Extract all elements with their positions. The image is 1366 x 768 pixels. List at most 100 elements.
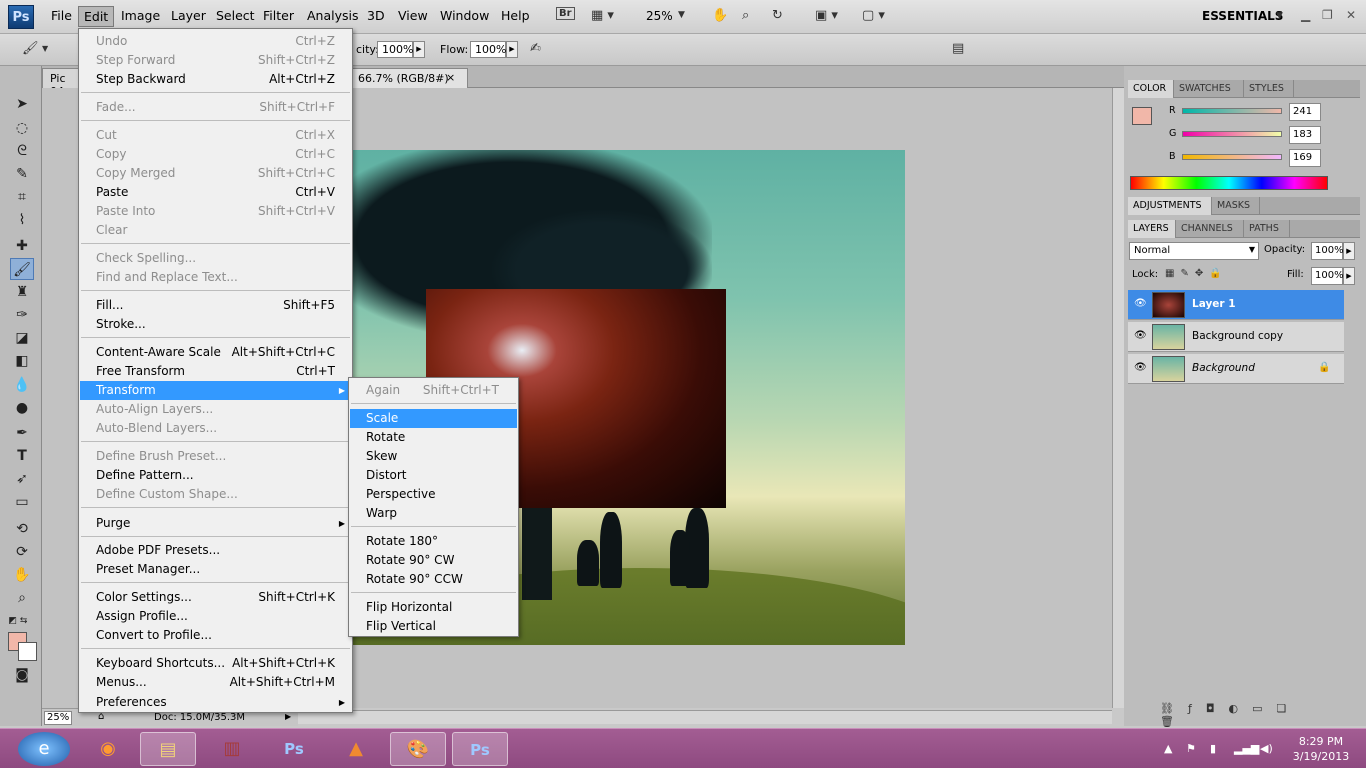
close-icon[interactable]: ✕: [1346, 8, 1356, 22]
layer-row[interactable]: 👁 Background copy: [1128, 322, 1344, 352]
menu-item-rotate[interactable]: Rotate: [350, 428, 517, 447]
zoom-tool-icon[interactable]: ⌕: [10, 587, 34, 609]
blue-slider[interactable]: [1182, 154, 1282, 160]
arrange-documents-icon[interactable]: ▣ ▾: [815, 8, 838, 23]
winrar-icon[interactable]: ▥: [204, 732, 260, 766]
3d-orbit-tool-icon[interactable]: ⟳: [10, 541, 34, 563]
menu-item-copy-merged[interactable]: Copy Merged Shift+Ctrl+C: [80, 164, 351, 183]
menu-item-scale[interactable]: Scale: [350, 409, 517, 428]
menu-edit[interactable]: Edit: [78, 6, 115, 27]
tab-masks[interactable]: MASKS: [1212, 197, 1260, 215]
start-button[interactable]: e: [18, 732, 70, 766]
menu-item-fill[interactable]: Fill... Shift+F5: [80, 296, 351, 315]
horizontal-scrollbar[interactable]: [298, 710, 1112, 724]
menu-item-stroke[interactable]: Stroke...: [80, 315, 351, 334]
menu-item-define-pattern[interactable]: Define Pattern...: [80, 466, 351, 485]
fill-arrow-icon[interactable]: ▶: [1343, 267, 1355, 285]
zoom-tool-icon[interactable]: ⌕: [742, 8, 749, 23]
healing-brush-tool-icon[interactable]: ✚: [10, 235, 34, 257]
menu-item-pdf-presets[interactable]: Adobe PDF Presets...: [80, 541, 351, 560]
menu-analysis[interactable]: Analysis: [307, 8, 359, 23]
status-zoom-input[interactable]: 25%: [44, 711, 72, 725]
bridge-icon[interactable]: Br: [556, 7, 575, 20]
layers-panel-footer-icons[interactable]: ⛓ƒ◘◐▭❏🗑: [1128, 700, 1360, 728]
matlab-icon[interactable]: ▲: [328, 732, 384, 766]
blue-value-input[interactable]: 169: [1289, 149, 1321, 167]
menu-item-skew[interactable]: Skew: [350, 447, 517, 466]
blur-tool-icon[interactable]: 💧: [10, 374, 34, 396]
type-tool-icon[interactable]: T: [10, 445, 34, 467]
dodge-tool-icon[interactable]: ●: [10, 397, 34, 419]
menu-item-preferences[interactable]: Preferences ▶: [80, 693, 351, 712]
menu-item-convert-profile[interactable]: Convert to Profile...: [80, 626, 351, 645]
tab-layers[interactable]: LAYERS: [1128, 220, 1176, 238]
menu-item-assign-profile[interactable]: Assign Profile...: [80, 607, 351, 626]
menu-item-cut[interactable]: Cut Ctrl+X: [80, 126, 351, 145]
vertical-scrollbar[interactable]: [1112, 88, 1124, 708]
tab-color[interactable]: COLOR: [1128, 80, 1174, 98]
gradient-tool-icon[interactable]: ◧: [10, 350, 34, 372]
eraser-tool-icon[interactable]: ◪: [10, 327, 34, 349]
show-hidden-icons-icon[interactable]: ▲: [1164, 742, 1172, 755]
chevron-down-icon[interactable]: ▼: [42, 44, 48, 53]
menu-view[interactable]: View: [398, 8, 428, 23]
3d-rotate-tool-icon[interactable]: ⟲: [10, 518, 34, 540]
menu-item-check-spelling[interactable]: Check Spelling...: [80, 249, 351, 268]
close-tab-icon[interactable]: ×: [446, 71, 455, 84]
brush-preset-icon[interactable]: 🖌: [22, 41, 39, 56]
battery-icon[interactable]: ▮: [1210, 742, 1216, 755]
zoom-level-dropdown[interactable]: 25%: [646, 9, 673, 23]
signal-icon[interactable]: ▂▄▆: [1234, 742, 1259, 755]
chevron-down-icon[interactable]: ▼: [1276, 11, 1283, 21]
quick-select-tool-icon[interactable]: ✎: [10, 163, 34, 185]
menu-filter[interactable]: Filter: [263, 8, 294, 23]
tab-channels[interactable]: CHANNELS: [1176, 220, 1244, 238]
volume-icon[interactable]: ◀): [1260, 742, 1273, 755]
history-brush-tool-icon[interactable]: ✑: [10, 304, 34, 326]
menu-item-purge[interactable]: Purge ▶: [80, 514, 351, 533]
tab-swatches[interactable]: SWATCHES: [1174, 80, 1244, 98]
hand-tool-icon[interactable]: ✋: [712, 8, 728, 23]
background-color-swatch[interactable]: [18, 642, 37, 661]
opacity-arrow-icon[interactable]: ▶: [413, 41, 425, 58]
flow-arrow-icon[interactable]: ▶: [506, 41, 518, 58]
menu-item-preset-manager[interactable]: Preset Manager...: [80, 560, 351, 579]
green-slider[interactable]: [1182, 131, 1282, 137]
shape-tool-icon[interactable]: ▭: [10, 491, 34, 513]
blend-mode-dropdown[interactable]: Normal ▼: [1129, 242, 1259, 260]
menu-item-auto-align[interactable]: Auto-Align Layers...: [80, 400, 351, 419]
workspace-switcher[interactable]: ESSENTIALS: [1202, 9, 1283, 23]
layer-row[interactable]: 👁 Background 🔒: [1128, 354, 1344, 384]
minimize-icon[interactable]: ▁: [1301, 8, 1310, 22]
menu-item-transform[interactable]: Transform ▶: [80, 381, 351, 400]
fill-input[interactable]: 100%: [1311, 267, 1344, 285]
rotate-view-icon[interactable]: ↻: [772, 8, 783, 23]
menu-item-find-replace[interactable]: Find and Replace Text...: [80, 268, 351, 287]
menu-item-paste[interactable]: Paste Ctrl+V: [80, 183, 351, 202]
status-menu-arrow-icon[interactable]: ▶: [285, 712, 291, 721]
menu-item-step-forward[interactable]: Step Forward Shift+Ctrl+Z: [80, 51, 351, 70]
menu-select[interactable]: Select: [216, 8, 255, 23]
chevron-down-icon[interactable]: ▼: [678, 10, 685, 20]
menu-item-flip-horizontal[interactable]: Flip Horizontal: [350, 598, 517, 617]
menu-file[interactable]: File: [51, 8, 72, 23]
photoshop-taskbar-icon-active[interactable]: Ps: [452, 732, 508, 766]
tab-adjustments[interactable]: ADJUSTMENTS: [1128, 197, 1212, 215]
menu-item-warp[interactable]: Warp: [350, 504, 517, 523]
clone-stamp-tool-icon[interactable]: ♜: [10, 281, 34, 303]
marquee-tool-icon[interactable]: ◌: [10, 117, 34, 139]
red-slider[interactable]: [1182, 108, 1282, 114]
tab-styles[interactable]: STYLES: [1244, 80, 1294, 98]
lasso-tool-icon[interactable]: ᘓ: [10, 140, 34, 162]
firefox-icon[interactable]: ◉: [80, 732, 136, 766]
opacity-arrow-icon[interactable]: ▶: [1343, 242, 1355, 260]
green-value-input[interactable]: 183: [1289, 126, 1321, 144]
layer-row[interactable]: 👁 Layer 1: [1128, 290, 1344, 320]
visibility-eye-icon[interactable]: 👁: [1134, 330, 1147, 341]
photoshop-taskbar-icon[interactable]: Ps: [266, 732, 322, 766]
flag-icon[interactable]: ⚑: [1186, 742, 1196, 755]
pen-tool-icon[interactable]: ✒: [10, 422, 34, 444]
menu-item-rotate-90-ccw[interactable]: Rotate 90° CCW: [350, 570, 517, 589]
menu-item-fade[interactable]: Fade... Shift+Ctrl+F: [80, 98, 351, 117]
visibility-eye-icon[interactable]: 👁: [1134, 362, 1147, 373]
